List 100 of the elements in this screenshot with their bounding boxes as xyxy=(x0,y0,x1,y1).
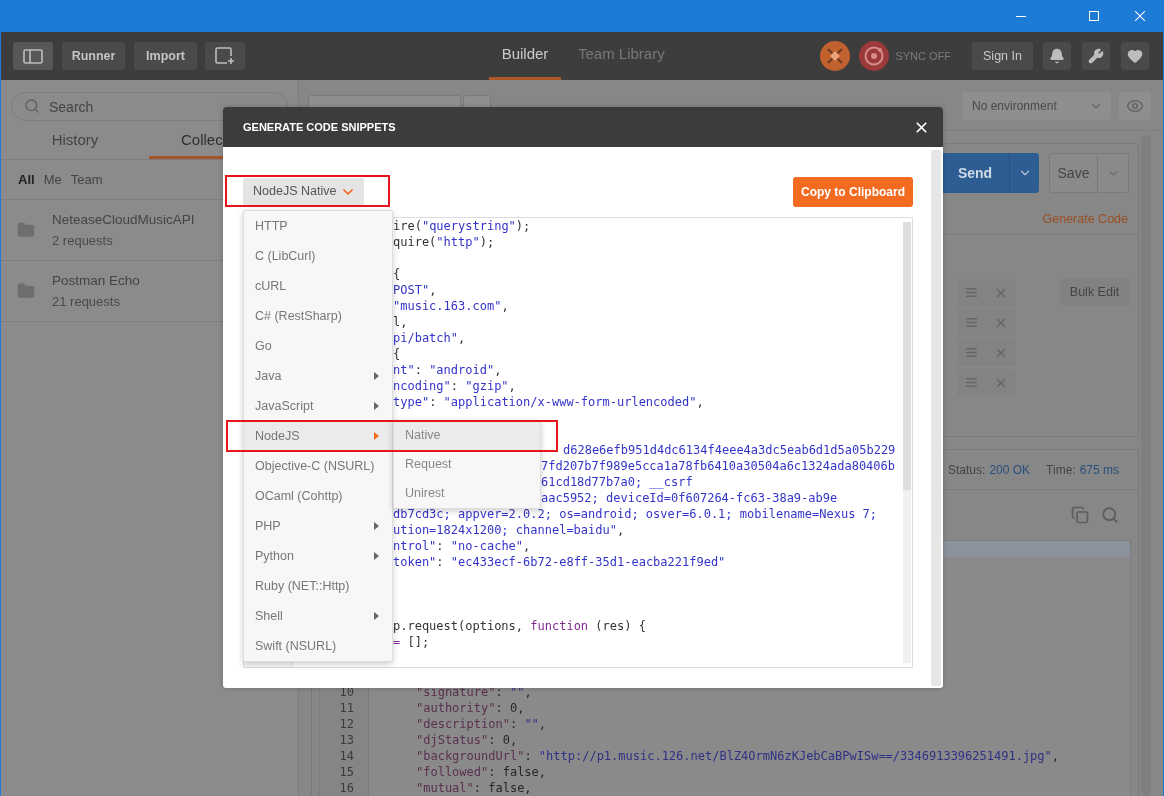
code-line: ncoding": "gzip", xyxy=(393,379,516,393)
sidebar-toggle-button[interactable] xyxy=(13,42,53,70)
heart-icon xyxy=(1127,48,1143,64)
line-number: 11 xyxy=(339,700,354,716)
favorite-button[interactable] xyxy=(1121,42,1149,70)
menu-item[interactable]: Ruby (NET::Http) xyxy=(244,571,392,601)
menu-item[interactable]: PHP xyxy=(244,511,392,541)
menu-item[interactable]: Python xyxy=(244,541,392,571)
menu-item[interactable]: Swift (NSURL) xyxy=(244,631,392,661)
menu-icon[interactable] xyxy=(965,346,978,359)
environment-dropdown[interactable]: No environment xyxy=(962,92,1111,120)
menu-icon[interactable] xyxy=(965,376,978,389)
code-line: 7fd207b7f989e5cca1a78fb6410a30504a6c1324ada80406b xyxy=(541,459,895,473)
window-plus-icon xyxy=(215,47,235,65)
eye-button[interactable] xyxy=(1119,92,1151,120)
menu-item[interactable]: NodeJS xyxy=(244,421,392,451)
menu-item[interactable]: Go xyxy=(244,331,392,361)
line-number: 16 xyxy=(339,780,354,796)
code-line: nt": "android", xyxy=(393,363,502,377)
eye-icon xyxy=(1126,97,1144,115)
code-line: { xyxy=(393,267,401,281)
code-line: "mutual": false, xyxy=(416,780,532,796)
save-button[interactable]: Save xyxy=(1049,153,1098,193)
send-options-button[interactable] xyxy=(1009,153,1039,193)
code-line: token": "ec433ecf-6b72-e8ff-35d1-eacba221f9ed" xyxy=(393,555,726,569)
close-icon xyxy=(1135,11,1145,21)
menu-item[interactable]: Shell xyxy=(244,601,392,631)
code-line: "authority": 0, xyxy=(416,700,525,716)
folder-icon xyxy=(17,282,35,300)
toolbar-button[interactable]: Import xyxy=(134,42,197,70)
sidebar-tab[interactable]: History xyxy=(1,124,149,159)
send-button[interactable]: Send xyxy=(941,153,1009,193)
language-dropdown[interactable]: NodeJS Native xyxy=(243,178,364,205)
code-line: 61cd18d77b7a0; __csrf xyxy=(541,475,693,489)
header-tab[interactable]: Team Library xyxy=(566,32,677,80)
code-line: "music.163.com", xyxy=(393,299,509,313)
code-line: "djStatus": 0, xyxy=(416,732,518,748)
status-label: Status: xyxy=(948,461,986,479)
new-tab-button[interactable] xyxy=(205,42,245,70)
menu-item[interactable]: JavaScript xyxy=(244,391,392,421)
line-number: 13 xyxy=(339,732,354,748)
caret-right-icon xyxy=(374,432,379,440)
code-line: "description": "", xyxy=(416,716,547,732)
folder-icon xyxy=(17,221,35,239)
satellite-icon[interactable] xyxy=(820,41,851,71)
line-number: 15 xyxy=(339,764,354,780)
code-line: "backgroundUrl": "http://p1.music.126.net/BlZ4OrmN6zKJebCaBPwISw==/3346913396251491.jpg", xyxy=(416,748,1059,764)
dialog-scrollbar[interactable] xyxy=(931,150,941,686)
menu-item[interactable]: OCaml (Cohttp) xyxy=(244,481,392,511)
search-icon xyxy=(24,98,40,114)
menu-item[interactable]: Objective-C (NSURL) xyxy=(244,451,392,481)
request-count: 2 requests xyxy=(52,232,114,249)
toolbar-button[interactable]: Runner xyxy=(62,42,125,70)
settings-button[interactable] xyxy=(1082,42,1110,70)
menu-item[interactable]: Request xyxy=(394,450,540,479)
copy-icon[interactable] xyxy=(1071,506,1089,524)
bulk-edit-button[interactable]: Bulk Edit xyxy=(1060,278,1129,306)
sync-status: SYNC OFF xyxy=(895,48,951,64)
bell-icon xyxy=(1049,48,1065,64)
menu-icon[interactable] xyxy=(965,316,978,329)
collection-name: Postman Echo xyxy=(52,272,140,289)
line-number: 12 xyxy=(339,716,354,732)
scrollbar[interactable] xyxy=(903,222,911,663)
copy-to-clipboard-button[interactable]: Copy to Clipboard xyxy=(793,177,913,207)
notifications-button[interactable] xyxy=(1043,42,1071,70)
request-count: 21 requests xyxy=(52,293,121,310)
menu-item[interactable]: Native xyxy=(394,421,540,450)
search-field[interactable]: Search xyxy=(11,92,288,121)
menu-item[interactable]: Unirest xyxy=(394,479,540,508)
scrollbar-thumb[interactable] xyxy=(903,222,911,490)
caret-right-icon xyxy=(374,372,379,380)
status-value: 200 OK xyxy=(989,461,1031,479)
menu-icon[interactable] xyxy=(965,286,978,299)
filter-tab[interactable]: Me xyxy=(43,169,62,190)
code-line: "followed": false, xyxy=(416,764,547,780)
caret-right-icon xyxy=(374,612,379,620)
minimize-icon xyxy=(1016,15,1026,17)
code-line: = []; xyxy=(393,635,430,649)
caret-right-icon xyxy=(374,552,379,560)
code-line: ution=1824x1200; channel=baidu", xyxy=(393,523,625,537)
code-line: POST", xyxy=(393,283,437,297)
code-line: { xyxy=(393,347,401,361)
sync-icon[interactable] xyxy=(859,41,890,71)
code-line: p.request(options, function (res) { xyxy=(393,619,646,633)
code-line: db7cd3c; appver=2.0.2; os=android; osver=6.0.1; mobilename=Nexus 7; xyxy=(393,507,878,521)
code-line: aac5952; deviceId=0f607264-fc63-38a9-ab9e xyxy=(541,491,838,505)
filter-tab[interactable]: Team xyxy=(70,169,103,190)
header-tab[interactable]: Builder xyxy=(489,32,561,80)
sidebar-icon xyxy=(23,48,43,64)
caret-right-icon xyxy=(374,522,379,530)
sign-in-button[interactable]: Sign In xyxy=(972,42,1033,70)
time-value: 675 ms xyxy=(1079,461,1119,479)
save-options-button[interactable] xyxy=(1098,153,1129,193)
code-line: pi/batch", xyxy=(393,331,466,345)
collection-name: NeteaseCloudMusicAPI xyxy=(52,211,195,228)
code-line: quire("http"); xyxy=(393,235,495,249)
code-line: type": "application/x-www-form-urlencoded", xyxy=(393,395,704,409)
menu-item[interactable]: Java xyxy=(244,361,392,391)
search-icon[interactable] xyxy=(1101,506,1119,524)
filter-tab[interactable]: All xyxy=(18,169,35,190)
